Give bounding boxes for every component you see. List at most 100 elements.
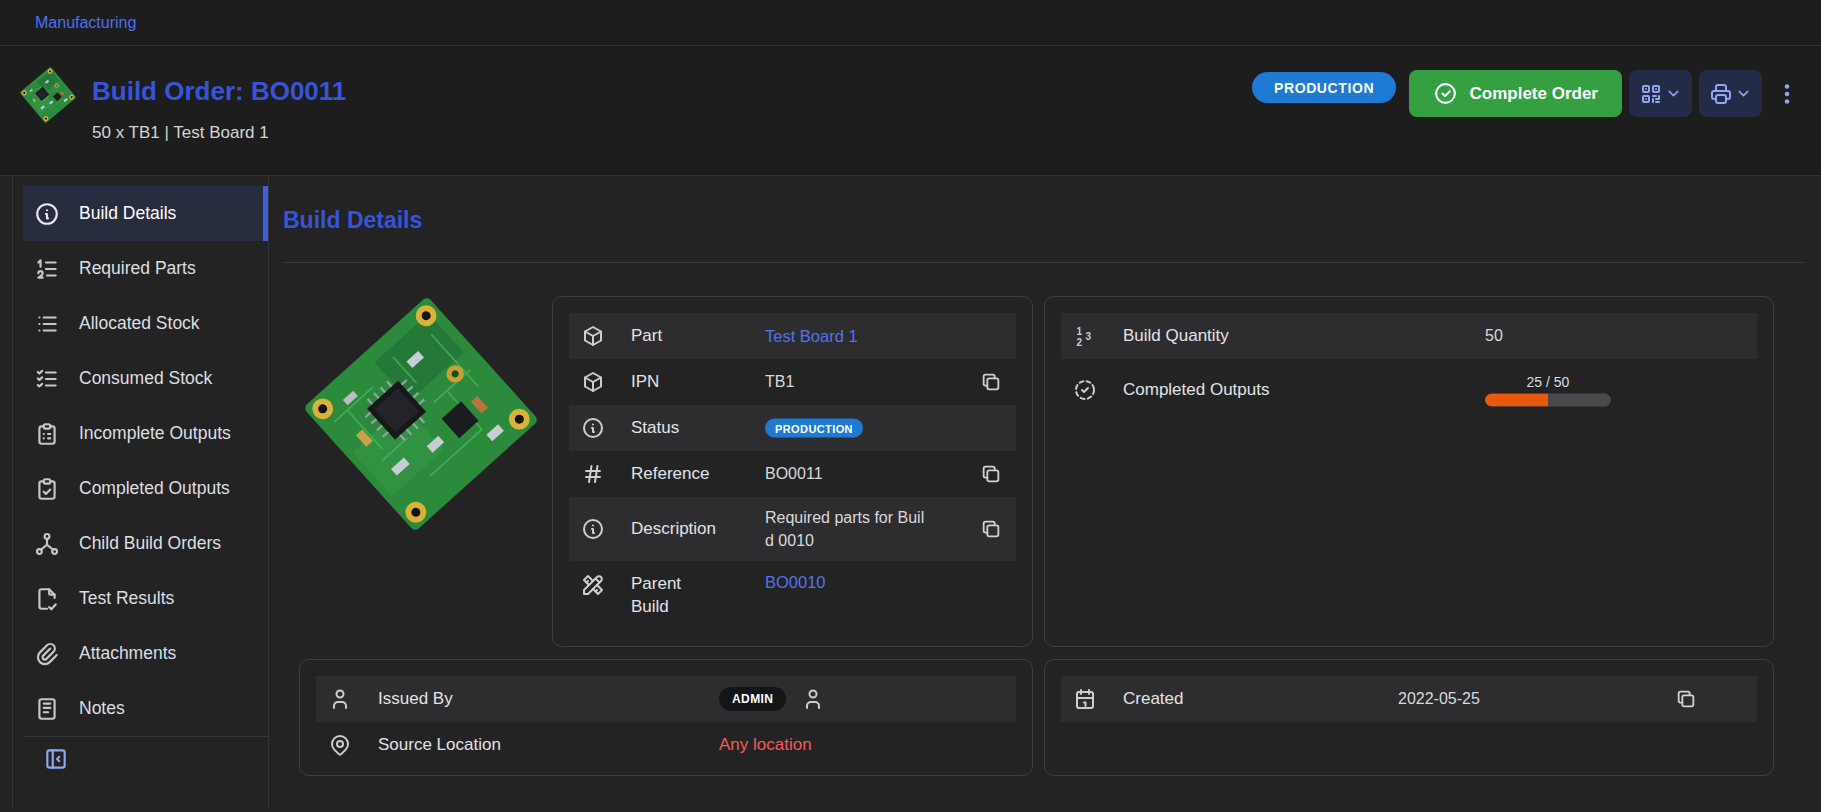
- sidebar-item-consumed-stock[interactable]: Consumed Stock: [23, 351, 268, 406]
- detail-label: Status: [631, 417, 727, 440]
- progress-label: 25 / 50: [1527, 374, 1570, 390]
- svg-text:1: 1: [1077, 326, 1083, 337]
- sidebar-item-completed-outputs[interactable]: Completed Outputs: [23, 461, 268, 516]
- detail-label: IPN: [631, 371, 727, 394]
- header-actions: Complete Order: [1409, 70, 1800, 117]
- copy-icon[interactable]: [980, 518, 1002, 540]
- copy-icon[interactable]: [1675, 688, 1697, 710]
- clock-check-icon: [1073, 378, 1097, 402]
- detail-value: TB1: [765, 373, 794, 391]
- hierarchy-icon: [34, 531, 60, 557]
- circle-check-icon: [1433, 81, 1458, 106]
- sidebar-item-label: Child Build Orders: [79, 533, 221, 554]
- detail-row-parent-build: Parent Build BO0010: [569, 561, 1016, 637]
- print-actions-button[interactable]: [1699, 70, 1762, 117]
- svg-text:3: 3: [1086, 331, 1092, 342]
- map-pin-icon: [328, 733, 352, 757]
- part-thumbnail[interactable]: [22, 68, 74, 122]
- user-icon: [328, 687, 352, 711]
- detail-row-issued-by: Issued By ADMIN: [316, 676, 1016, 722]
- sidebar-item-label: Notes: [79, 698, 125, 719]
- sidebar-item-required-parts[interactable]: Required Parts: [23, 241, 268, 296]
- paperclip-icon: [34, 641, 60, 667]
- list-numbers-icon: [34, 256, 60, 282]
- source-location-value: Any location: [719, 735, 812, 755]
- details-panel: Part Test Board 1 IPN TB1 Status PRODUCT…: [552, 296, 1033, 647]
- detail-label: Created: [1123, 688, 1283, 711]
- page-subtitle: 50 x TB1 | Test Board 1: [92, 123, 269, 143]
- production-badge: PRODUCTION: [765, 419, 863, 438]
- clipboard-list-icon: [34, 421, 60, 447]
- parent-build-link[interactable]: BO0010: [765, 573, 826, 592]
- quantity-panel: 123 Build Quantity 50 Completed Outputs …: [1044, 296, 1774, 647]
- breadcrumb-manufacturing[interactable]: Manufacturing: [35, 14, 136, 32]
- list-check-icon: [34, 366, 60, 392]
- status-badge: PRODUCTION: [1252, 72, 1396, 103]
- detail-row-part: Part Test Board 1: [569, 313, 1016, 359]
- sidebar-footer: [23, 736, 268, 776]
- page-header: Build Order: BO0011 50 x TB1 | Test Boar…: [0, 46, 1821, 176]
- more-actions-icon[interactable]: [1774, 77, 1800, 111]
- complete-order-label: Complete Order: [1470, 84, 1598, 104]
- sidebar-item-incomplete-outputs[interactable]: Incomplete Outputs: [23, 406, 268, 461]
- barcode-actions-button[interactable]: [1629, 70, 1692, 117]
- complete-order-button[interactable]: Complete Order: [1409, 70, 1622, 117]
- detail-label: Completed Outputs: [1123, 379, 1283, 402]
- admin-badge: ADMIN: [719, 687, 786, 711]
- detail-row-completed-outputs: Completed Outputs 25 / 50: [1061, 359, 1757, 421]
- detail-label: Source Location: [378, 734, 578, 757]
- sidebar-item-label: Test Results: [79, 588, 174, 609]
- heading-divider: [283, 262, 1805, 263]
- detail-row-status: Status PRODUCTION: [569, 405, 1016, 451]
- tools-icon: [581, 573, 605, 597]
- sidebar-item-label: Required Parts: [79, 258, 196, 279]
- sidebar-item-label: Attachments: [79, 643, 176, 664]
- detail-value: Required parts for Build 0010: [765, 506, 933, 552]
- issue-panel: Issued By ADMIN Source Location Any loca…: [299, 659, 1033, 776]
- page-title: Build Order: BO0011: [92, 76, 346, 107]
- printer-icon: [1709, 82, 1733, 106]
- info-circle-icon: [34, 201, 60, 227]
- detail-label: Part: [631, 325, 727, 348]
- sidebar-item-label: Allocated Stock: [79, 313, 200, 334]
- info-circle-icon: [581, 517, 605, 541]
- numbers-123-icon: 123: [1073, 324, 1097, 348]
- sidebar-item-attachments[interactable]: Attachments: [23, 626, 268, 681]
- sidebar-item-label: Completed Outputs: [79, 478, 230, 499]
- chevron-down-icon: [1735, 85, 1752, 102]
- sidebar-item-notes[interactable]: Notes: [23, 681, 268, 736]
- detail-label: Reference: [631, 463, 727, 486]
- detail-row-build-quantity: 123 Build Quantity 50: [1061, 313, 1757, 359]
- detail-row-ipn: IPN TB1: [569, 359, 1016, 405]
- sidebar: Build Details Required Parts Allocated S…: [12, 176, 269, 808]
- chevron-down-icon: [1665, 85, 1682, 102]
- clipboard-check-icon: [34, 476, 60, 502]
- sidebar-item-label: Incomplete Outputs: [79, 423, 231, 444]
- svg-text:2: 2: [1077, 337, 1083, 348]
- qrcode-icon: [1639, 82, 1663, 106]
- sidebar-item-child-build-orders[interactable]: Child Build Orders: [23, 516, 268, 571]
- sidebar-item-test-results[interactable]: Test Results: [23, 571, 268, 626]
- calendar-icon: [1073, 687, 1097, 711]
- progress-bar: [1485, 394, 1611, 407]
- part-link[interactable]: Test Board 1: [765, 327, 858, 346]
- file-check-icon: [34, 586, 60, 612]
- detail-row-reference: Reference BO0011: [569, 451, 1016, 497]
- detail-value: BO0011: [765, 465, 823, 483]
- collapse-sidebar-icon[interactable]: [43, 746, 69, 772]
- progress-fill: [1485, 394, 1548, 407]
- user-icon: [801, 687, 825, 711]
- sidebar-item-build-details[interactable]: Build Details: [23, 186, 268, 241]
- part-image[interactable]: [295, 288, 547, 540]
- detail-label: Build Quantity: [1123, 325, 1283, 348]
- copy-icon[interactable]: [980, 371, 1002, 393]
- top-bar: Manufacturing: [0, 0, 1821, 46]
- copy-icon[interactable]: [980, 463, 1002, 485]
- detail-label: Description: [631, 518, 727, 541]
- hash-icon: [581, 462, 605, 486]
- detail-value: 50: [1485, 327, 1503, 345]
- sidebar-item-allocated-stock[interactable]: Allocated Stock: [23, 296, 268, 351]
- sidebar-item-label: Consumed Stock: [79, 368, 212, 389]
- info-circle-icon: [581, 416, 605, 440]
- detail-label: Parent Build: [631, 573, 701, 619]
